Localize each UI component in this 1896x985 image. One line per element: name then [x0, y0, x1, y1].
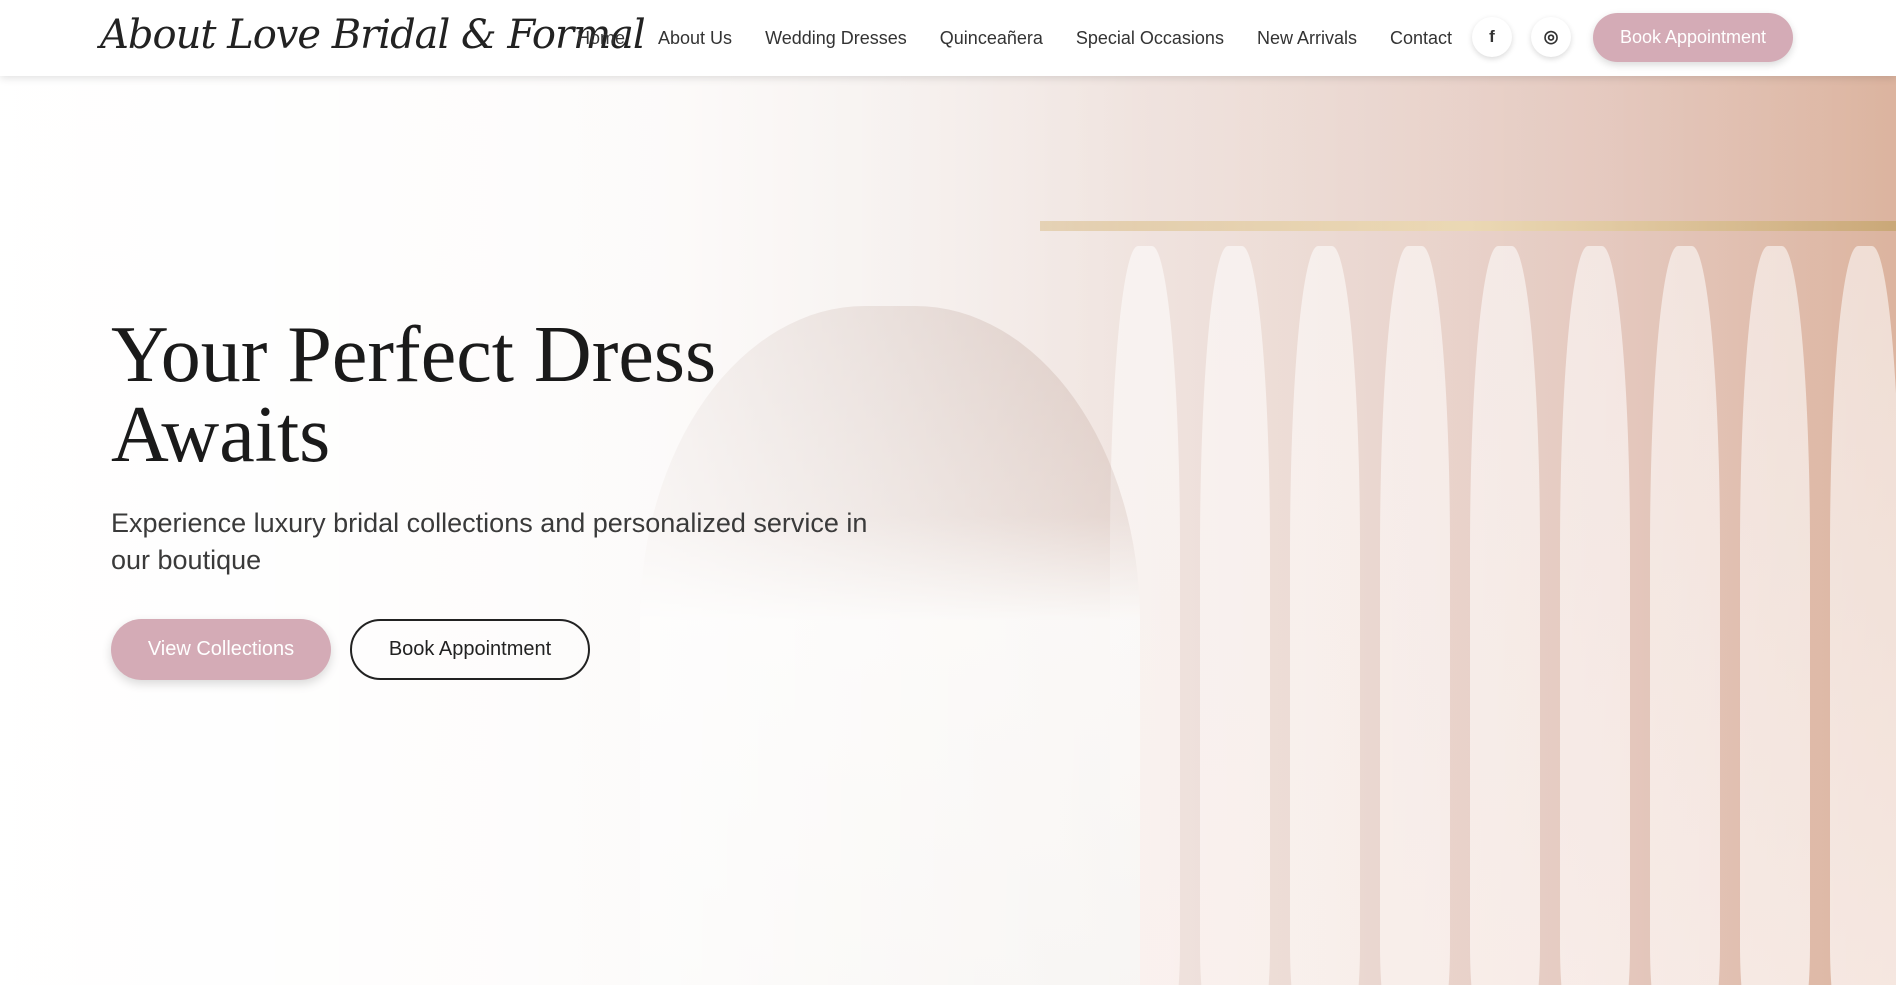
main-nav: Home About Us Wedding Dresses Quinceañer…	[577, 0, 1452, 76]
facebook-icon[interactable]: f	[1472, 17, 1512, 57]
logo[interactable]: About Love Bridal & Formal	[100, 12, 646, 58]
hero-content: Your Perfect Dress Awaits Experience lux…	[111, 315, 871, 680]
header-book-appointment-button[interactable]: Book Appointment	[1593, 13, 1793, 62]
nav-contact[interactable]: Contact	[1390, 28, 1452, 49]
site-header: About Love Bridal & Formal Home About Us…	[0, 0, 1896, 76]
nav-wedding-dresses[interactable]: Wedding Dresses	[765, 28, 907, 49]
hero-title: Your Perfect Dress Awaits	[111, 311, 717, 479]
nav-new-arrivals[interactable]: New Arrivals	[1257, 28, 1357, 49]
instagram-icon[interactable]: ◎	[1531, 17, 1571, 57]
hero-subtitle: Experience luxury bridal collections and…	[111, 508, 868, 575]
nav-home[interactable]: Home	[577, 28, 625, 49]
nav-about-us[interactable]: About Us	[658, 28, 732, 49]
nav-quinceanera[interactable]: Quinceañera	[940, 28, 1043, 49]
book-appointment-button[interactable]: Book Appointment	[350, 619, 590, 680]
nav-special-occasions[interactable]: Special Occasions	[1076, 28, 1224, 49]
view-collections-button[interactable]: View Collections	[111, 619, 331, 680]
